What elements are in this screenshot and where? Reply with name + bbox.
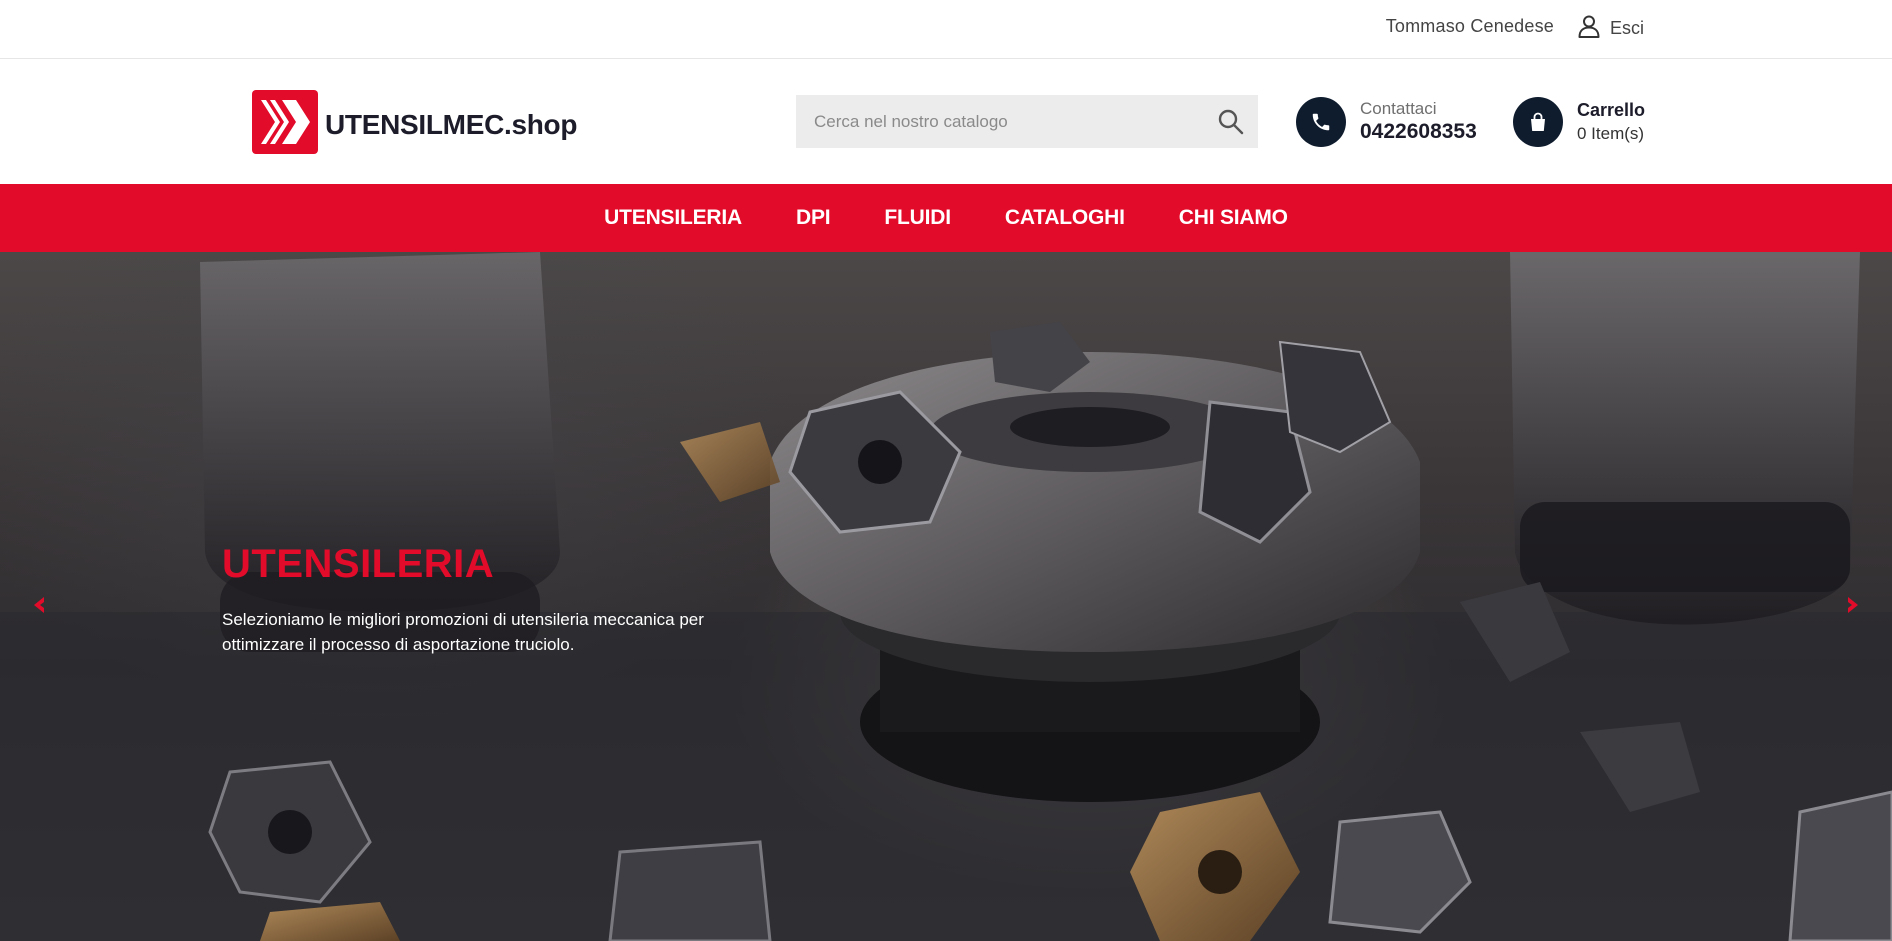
nav-item-cataloghi[interactable]: CATALOGHI xyxy=(978,206,1152,230)
shopping-bag-icon xyxy=(1513,97,1563,147)
cart-count: 0 Item(s) xyxy=(1577,124,1645,143)
main-nav: UTENSILERIA DPI FLUIDI CATALOGHI CHI SIA… xyxy=(0,184,1892,252)
nav-item-fluidi[interactable]: FLUIDI xyxy=(857,206,977,230)
slider-next-button[interactable] xyxy=(1840,592,1866,622)
nav-item-dpi[interactable]: DPI xyxy=(769,206,857,230)
hero-description: Selezioniamo le migliori promozioni di u… xyxy=(222,610,704,654)
slider-prev-button[interactable] xyxy=(26,592,52,622)
hero-caption: UTENSILERIA Selezioniamo le migliori pro… xyxy=(222,542,742,657)
logout-label: Esci xyxy=(1610,18,1645,38)
nav-item-utensileria[interactable]: UTENSILERIA xyxy=(577,206,769,230)
search-bar xyxy=(796,95,1258,148)
search-icon[interactable] xyxy=(1217,108,1244,135)
contact-block[interactable]: Contattaci 0422608353 xyxy=(1296,97,1477,147)
search-input[interactable] xyxy=(796,95,1196,148)
cart-button[interactable]: Carrello 0 Item(s) xyxy=(1513,97,1645,147)
user-icon xyxy=(1576,13,1602,44)
chevron-left-icon xyxy=(32,596,46,619)
logo-mark-icon xyxy=(252,90,318,159)
hero-title: UTENSILERIA xyxy=(222,542,495,586)
site-header: UTENSILMEC.shop Contattaci 0422608353 xyxy=(0,59,1892,184)
contact-label: Contattaci xyxy=(1360,99,1437,118)
top-bar: Tommaso Cenedese Esci xyxy=(0,0,1892,59)
nav-item-chi-siamo[interactable]: CHI SIAMO xyxy=(1152,206,1315,230)
logout-link[interactable]: Esci xyxy=(1576,13,1644,44)
logo-text: UTENSILMEC.shop xyxy=(325,108,578,140)
logo[interactable]: UTENSILMEC.shop xyxy=(252,90,577,159)
contact-phone[interactable]: 0422608353 xyxy=(1360,119,1477,145)
hero-slider: UTENSILERIA Selezioniamo le migliori pro… xyxy=(0,252,1892,941)
user-name[interactable]: Tommaso Cenedese xyxy=(1386,16,1554,37)
cart-label: Carrello xyxy=(1577,100,1646,120)
chevron-right-icon xyxy=(1846,596,1860,619)
phone-icon xyxy=(1296,97,1346,147)
